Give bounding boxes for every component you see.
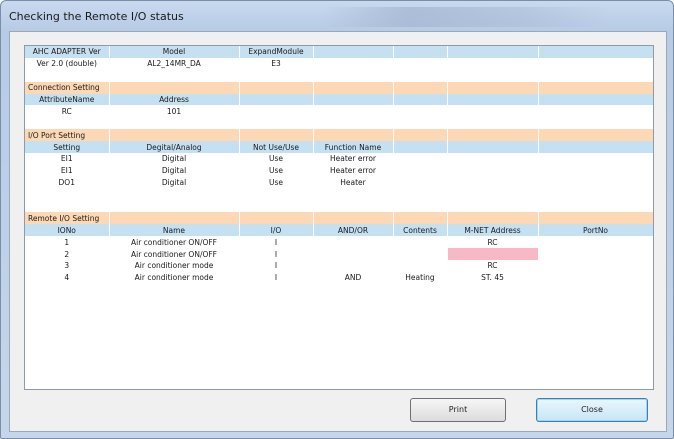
cell: E3	[239, 57, 314, 70]
close-button[interactable]: Close	[536, 398, 648, 422]
cell: I	[239, 271, 314, 284]
cell: Air conditioner mode	[109, 271, 240, 284]
cell: I	[239, 248, 314, 261]
remote-io-row[interactable]: 2 Air conditioner ON/OFF I	[25, 248, 653, 261]
adapter-row[interactable]: Ver 2.0 (double) AL2_14MR_DA E3	[25, 57, 653, 70]
cell: Air conditioner ON/OFF	[109, 236, 240, 249]
remote-io-status-window: Checking the Remote I/O status AHC ADAPT…	[0, 0, 674, 439]
status-grid[interactable]: AHC ADAPTER Ver Model ExpandModule Ver 2…	[24, 45, 654, 390]
cell: Air conditioner mode	[109, 260, 240, 272]
cell: Heater error	[313, 164, 394, 177]
cell: I	[239, 236, 314, 249]
column-header: Contents	[393, 224, 448, 237]
cell	[538, 271, 653, 284]
adapter-header-row: AHC ADAPTER Ver Model ExpandModule	[25, 46, 653, 58]
cell: AND	[313, 271, 394, 284]
cell	[313, 248, 394, 261]
cell: Use	[239, 153, 314, 165]
column-header: Function Name	[313, 141, 394, 154]
dialog-client-area: AHC ADAPTER Ver Model ExpandModule Ver 2…	[9, 31, 667, 432]
cell: ST. 45	[447, 271, 539, 284]
cell: Use	[239, 176, 314, 189]
title-bar[interactable]: Checking the Remote I/O status	[1, 1, 673, 31]
section-row-io-port: I/O Port Setting	[25, 129, 653, 142]
remote-io-header-row: IONo Name I/O AND/OR Contents M-NET Addr…	[25, 224, 653, 237]
cell	[393, 260, 448, 272]
window-title: Checking the Remote I/O status	[9, 10, 184, 23]
cell	[538, 236, 653, 249]
remote-io-row[interactable]: 3 Air conditioner mode I RC	[25, 260, 653, 272]
cell: Digital	[109, 164, 240, 177]
column-header: AHC ADAPTER Ver	[25, 46, 110, 58]
column-header: Not Use/Use	[239, 141, 314, 154]
cell: 101	[109, 105, 240, 118]
connection-row[interactable]: RC 101	[25, 105, 653, 118]
cell: I	[239, 260, 314, 272]
remote-io-row[interactable]: 4 Air conditioner mode I AND Heating ST.…	[25, 271, 653, 284]
cell	[393, 248, 448, 261]
cell	[393, 236, 448, 249]
column-header: IONo	[25, 224, 110, 237]
cell: EI1	[25, 153, 110, 165]
title-bar-blurred-region	[321, 7, 611, 27]
status-table: AHC ADAPTER Ver Model ExpandModule Ver 2…	[25, 46, 653, 284]
column-header: Degital/Analog	[109, 141, 240, 154]
section-label: Remote I/O Setting	[25, 212, 110, 225]
cell: Digital	[109, 176, 240, 189]
connection-header-row: AttributeName Address	[25, 93, 653, 106]
cell: RC	[447, 236, 539, 249]
io-port-row[interactable]: EI1 Digital Use Heater error	[25, 153, 653, 165]
cell: Air conditioner ON/OFF	[109, 248, 240, 261]
column-header: AND/OR	[313, 224, 394, 237]
section-row-remote-io: Remote I/O Setting	[25, 212, 653, 225]
cell: Digital	[109, 153, 240, 165]
cell: Use	[239, 164, 314, 177]
cell: DO1	[25, 176, 110, 189]
section-label: Connection Setting	[25, 81, 110, 94]
column-header: Name	[109, 224, 240, 237]
column-header: PortNo	[538, 224, 653, 237]
cell: AL2_14MR_DA	[109, 57, 240, 70]
io-port-row[interactable]: EI1 Digital Use Heater error	[25, 164, 653, 177]
section-label: I/O Port Setting	[25, 129, 110, 142]
cell: RC	[447, 260, 539, 272]
cell: Heating	[393, 271, 448, 284]
cell	[313, 260, 394, 272]
cell: 2	[25, 248, 110, 261]
cell: RC	[25, 105, 110, 118]
column-header: Address	[109, 93, 240, 106]
cell	[313, 236, 394, 249]
column-header: ExpandModule	[239, 46, 314, 58]
column-header: AttributeName	[25, 93, 110, 106]
cell	[538, 248, 653, 261]
print-button[interactable]: Print	[410, 398, 506, 422]
io-port-row[interactable]: DO1 Digital Use Heater	[25, 176, 653, 189]
cell: 4	[25, 271, 110, 284]
section-row-connection: Connection Setting	[25, 81, 653, 94]
cell: 1	[25, 236, 110, 249]
column-header: I/O	[239, 224, 314, 237]
cell: 3	[25, 260, 110, 272]
column-header: Model	[109, 46, 240, 58]
cell: Heater	[313, 176, 394, 189]
io-port-header-row: Setting Degital/Analog Not Use/Use Funct…	[25, 141, 653, 154]
cell	[538, 260, 653, 272]
column-header: M-NET Address	[447, 224, 539, 237]
remote-io-row[interactable]: 1 Air conditioner ON/OFF I RC	[25, 236, 653, 249]
cell: Ver 2.0 (double)	[25, 57, 110, 70]
cell: Heater error	[313, 153, 394, 165]
mnet-address-error-cell	[447, 248, 539, 261]
column-header: Setting	[25, 141, 110, 154]
cell: EI1	[25, 164, 110, 177]
